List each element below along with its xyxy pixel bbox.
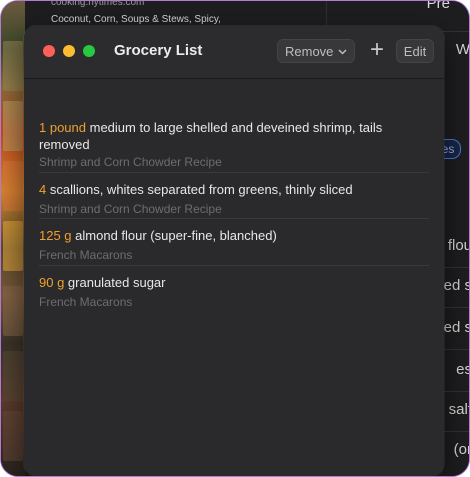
remove-button-label: Remove [285, 44, 334, 59]
list-item[interactable]: 4 scallions, whites separated from green… [39, 173, 429, 219]
background-text: es [456, 361, 469, 378]
plus-icon: + [369, 36, 384, 63]
list-item[interactable]: 90 g granulated sugar French Macarons [39, 266, 429, 312]
background-url: cooking.nytimes.com [51, 0, 145, 8]
window-title: Grocery List [114, 42, 203, 59]
ingredient-line: 90 g granulated sugar [39, 274, 166, 291]
ingredient-line: 4 scallions, whites separated from green… [39, 181, 353, 198]
ingredient-text: almond flour (super-fine, blanched) [71, 228, 277, 243]
list-item[interactable]: 1 pound medium to large shelled and deve… [39, 78, 429, 173]
ingredient-text: medium to large shelled and deveined shr… [39, 120, 383, 152]
background-text: (or [453, 441, 469, 458]
chevron-down-icon [338, 40, 347, 74]
background-text: Pre [426, 0, 450, 12]
background-text: flou [447, 237, 470, 254]
list-item[interactable]: 125 g almond flour (super-fine, blanched… [39, 219, 429, 266]
background-text: W [455, 41, 470, 58]
background-breadcrumb: Coconut, Corn, Soups & Stews, Spicy, [51, 14, 221, 25]
ingredient-text: scallions, whites separated from greens,… [46, 182, 353, 197]
remove-dropdown-button[interactable]: Remove [277, 39, 355, 63]
recipe-source: French Macarons [39, 295, 133, 309]
recipe-source: French Macarons [39, 248, 133, 262]
background-thumbnails [1, 1, 25, 476]
minimize-window-button[interactable] [63, 45, 75, 57]
background-text: salt [448, 401, 470, 418]
edit-button[interactable]: Edit [396, 39, 434, 63]
ingredient-line: 1 pound medium to large shelled and deve… [39, 119, 399, 153]
background-text: ed s [443, 277, 470, 294]
ingredient-quantity: 90 g [39, 275, 65, 290]
desktop-screen: cooking.nytimes.com Coconut, Corn, Soups… [0, 0, 470, 477]
close-window-button[interactable] [43, 45, 55, 57]
recipe-source: Shrimp and Corn Chowder Recipe [39, 155, 222, 169]
ingredient-text: granulated sugar [64, 275, 166, 290]
maximize-window-button[interactable] [83, 45, 95, 57]
background-text: ed s [443, 319, 470, 336]
ingredient-quantity: 125 g [39, 228, 72, 243]
grocery-items-list: 1 pound medium to large shelled and deve… [39, 78, 429, 312]
background-page-header: cooking.nytimes.com Coconut, Corn, Soups… [25, 1, 351, 27]
window-titlebar[interactable]: Grocery List Remove + Edit [24, 26, 444, 79]
recipe-source: Shrimp and Corn Chowder Recipe [39, 202, 222, 216]
ingredient-quantity: 1 pound [39, 120, 86, 135]
ingredient-line: 125 g almond flour (super-fine, blanched… [39, 227, 277, 244]
grocery-list-window: Grocery List Remove + Edit 1 pound mediu… [24, 26, 444, 476]
add-item-button[interactable]: + [366, 37, 388, 63]
